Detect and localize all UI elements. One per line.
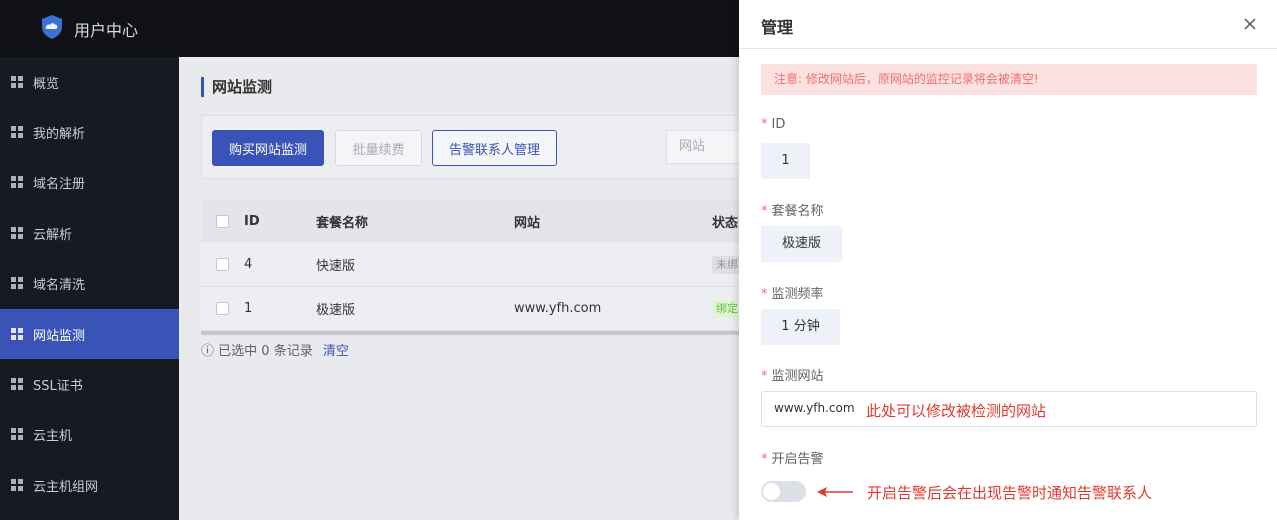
sidebar-item-label: 云解析: [33, 227, 73, 243]
column-header: ID: [244, 214, 260, 229]
row-id: 1: [244, 301, 253, 316]
page-title: 网站监测: [201, 77, 272, 97]
grid-icon: [11, 176, 23, 188]
site-field-label: * 监测网站: [761, 369, 824, 384]
site-input[interactable]: www.yfh.com 此处可以修改被检测的网站: [761, 391, 1257, 427]
info-icon: ⓘ: [201, 344, 215, 359]
plan-field-label: * 套餐名称: [761, 204, 824, 219]
row-plan: 快速版: [316, 259, 356, 274]
sidebar-item-label: 域名注册: [33, 176, 86, 192]
sidebar-item-label: 云主机: [33, 428, 73, 444]
sidebar-item-cloud-dns[interactable]: 云解析: [0, 208, 179, 258]
grid-icon: [11, 126, 23, 138]
id-value: 1: [761, 143, 810, 179]
column-header: 套餐名称: [316, 216, 369, 231]
site-input-value: www.yfh.com: [774, 401, 855, 415]
status-badge: 绑定: [712, 299, 742, 318]
row-id: 4: [244, 257, 253, 272]
id-field-label: * ID: [761, 117, 786, 132]
grid-icon: [11, 479, 23, 491]
table-scrollbar[interactable]: [201, 331, 741, 335]
sidebar-item-label: 我的解析: [33, 126, 86, 142]
grid-icon: [11, 328, 23, 340]
sidebar: 概览 我的解析 域名注册 云解析 域名清洗 网站监测 SSL证书 云主机 云主机…: [0, 57, 179, 520]
selection-info: ⓘ 已选中 0 条记录 清空: [201, 340, 349, 359]
selection-count: 已选中 0 条记录: [218, 344, 313, 359]
column-header: 状态: [712, 216, 739, 231]
batch-renew-button[interactable]: 批量续费: [335, 130, 422, 166]
required-mark: *: [761, 287, 768, 302]
row-checkbox[interactable]: [216, 302, 229, 315]
app-title: 用户中心: [74, 21, 139, 40]
sidebar-item-label: 概览: [33, 76, 60, 92]
cloud-shield-logo-icon: [42, 15, 62, 39]
clear-selection-link[interactable]: 清空: [323, 344, 349, 359]
status-badge: 未绑: [712, 255, 742, 274]
sidebar-item-site-monitor[interactable]: 网站监测: [0, 309, 179, 359]
required-mark: *: [761, 117, 768, 132]
sidebar-item-my-dns[interactable]: 我的解析: [0, 107, 179, 157]
sidebar-item-label: SSL证书: [33, 378, 83, 394]
sidebar-item-domain-register[interactable]: 域名注册: [0, 157, 179, 207]
plan-value: 极速版: [761, 226, 842, 262]
sidebar-item-ssl[interactable]: SSL证书: [0, 359, 179, 409]
grid-icon: [11, 428, 23, 440]
alarm-field-label: * 开启告警: [761, 452, 824, 467]
sidebar-item-overview[interactable]: 概览: [0, 57, 179, 107]
sidebar-item-label: 云主机组网: [33, 479, 99, 495]
sidebar-item-label: 域名清洗: [33, 277, 86, 293]
sidebar-item-cloud-host[interactable]: 云主机: [0, 409, 179, 459]
grid-icon: [11, 277, 23, 289]
alert-contacts-button[interactable]: 告警联系人管理: [432, 130, 557, 166]
grid-icon: [11, 378, 23, 390]
alarm-toggle[interactable]: [761, 481, 806, 502]
frequency-field-label: * 监测频率: [761, 287, 824, 302]
toggle-knob: [763, 483, 780, 500]
frequency-value: 1 分钟: [761, 309, 840, 345]
drawer-title: 管理: [761, 18, 794, 37]
grid-icon: [11, 76, 23, 88]
select-all-checkbox[interactable]: [216, 215, 229, 228]
required-mark: *: [761, 369, 768, 384]
sidebar-item-cloud-host-network[interactable]: 云主机组网: [0, 460, 179, 510]
alarm-annotation: 开启告警后会在出现告警时通知告警联系人: [867, 484, 1153, 502]
row-plan: 极速版: [316, 303, 356, 318]
site-annotation: 此处可以修改被检测的网站: [866, 402, 1047, 420]
required-mark: *: [761, 452, 768, 467]
drawer-header: 管理: [739, 0, 1277, 49]
grid-icon: [11, 227, 23, 239]
required-mark: *: [761, 204, 768, 219]
warning-alert: 注意: 修改网站后，原网站的监控记录将会被清空!: [761, 64, 1257, 95]
close-icon[interactable]: [1242, 16, 1258, 32]
buy-monitor-button[interactable]: 购买网站监测: [212, 130, 324, 166]
row-checkbox[interactable]: [216, 258, 229, 271]
column-header: 网站: [514, 216, 541, 231]
row-site: www.yfh.com: [514, 301, 602, 316]
arrow-left-icon: [817, 487, 853, 497]
sidebar-item-label: 网站监测: [33, 328, 86, 344]
site-search-input[interactable]: 网站: [666, 130, 746, 164]
manage-drawer: 管理 注意: 修改网站后，原网站的监控记录将会被清空! * ID 1 * 套餐名称 …: [739, 0, 1277, 520]
sidebar-item-domain-cleaning[interactable]: 域名清洗: [0, 258, 179, 308]
